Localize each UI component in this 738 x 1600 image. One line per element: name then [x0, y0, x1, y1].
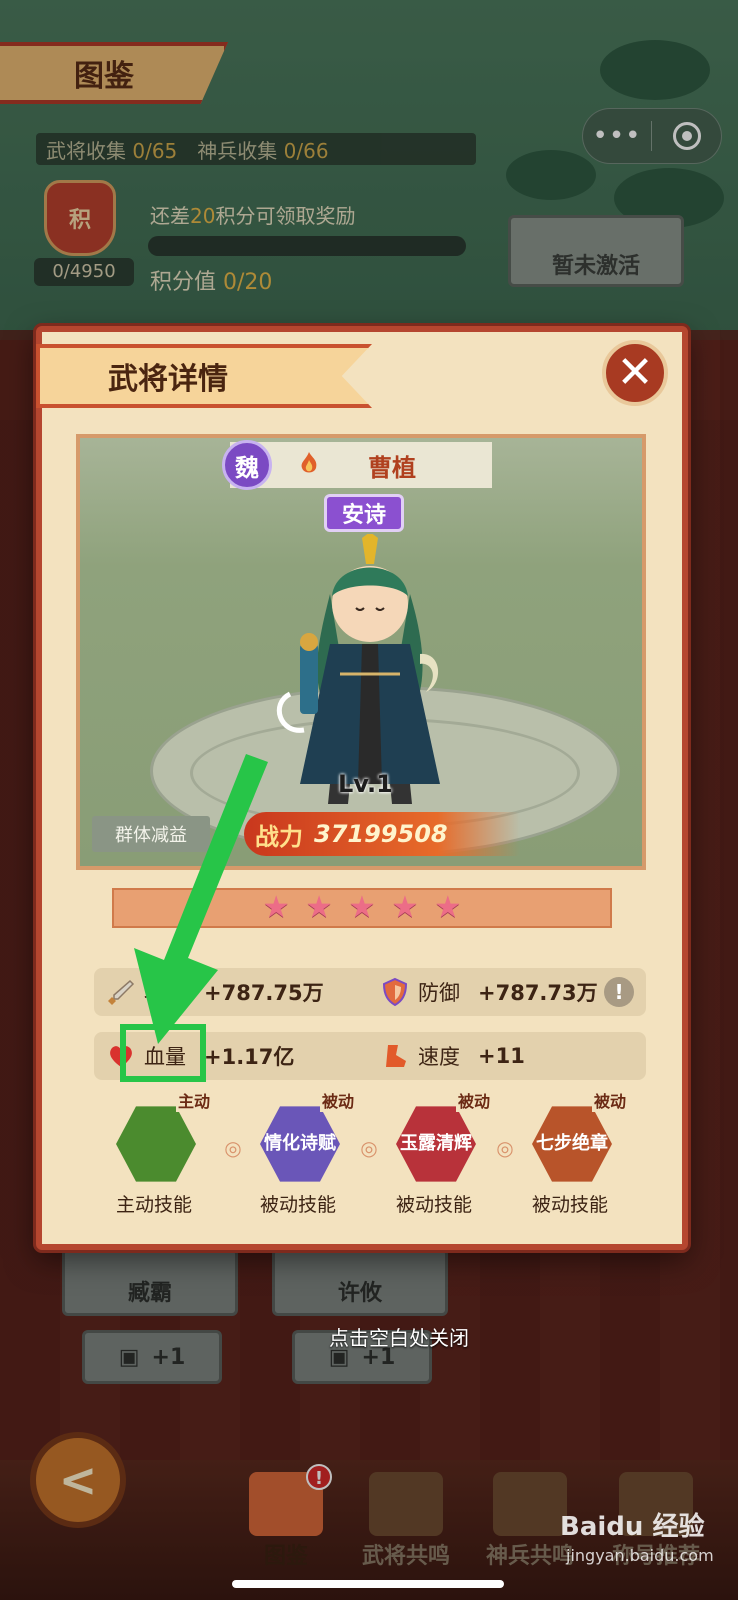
stat-defense: 防御 +787.73万 — [380, 968, 598, 1016]
skill-passive-3[interactable]: 七步绝章 被动 被动技能 — [518, 1088, 628, 1218]
skill-link-icon: ◎ — [360, 1136, 378, 1160]
skill-tag: 主动 — [175, 1088, 212, 1112]
close-button[interactable]: ✕ — [602, 340, 668, 406]
skill-active[interactable]: 主动 主动技能 — [102, 1088, 212, 1218]
stat-name: 防御 — [418, 981, 460, 1005]
annotation-highlight-box — [120, 1024, 206, 1082]
hero-name: 曹植 — [368, 454, 416, 482]
star-icon: ★ — [305, 890, 333, 925]
hero-level: Lv.1 — [338, 770, 393, 798]
skill-passive-2[interactable]: 玉露清辉 被动 被动技能 — [382, 1088, 492, 1218]
skill-list: 主动 主动技能 ◎ 情化诗赋 被动 被动技能 ◎ 玉露清辉 被动 被动技能 ◎ … — [102, 1088, 642, 1218]
faction-badge: 魏 — [222, 440, 272, 490]
home-indicator[interactable] — [232, 1580, 504, 1588]
skill-label: 被动技能 — [395, 1194, 472, 1216]
modal-title: 武将详情 — [36, 344, 372, 408]
stat-value: +11 — [478, 1044, 525, 1068]
star-icon: ★ — [348, 890, 376, 925]
close-hint: 点击空白处关闭 — [329, 1326, 469, 1350]
passive-skill-icon: 玉露清辉 — [396, 1106, 476, 1182]
element-flame-icon — [301, 452, 317, 473]
active-skill-icon — [116, 1106, 196, 1182]
skill-link-icon: ◎ — [224, 1136, 242, 1160]
star-icon: ★ — [434, 890, 462, 925]
skill-label: 主动技能 — [115, 1194, 192, 1216]
stat-name: 速度 — [418, 1045, 460, 1069]
passive-skill-icon: 情化诗赋 — [260, 1106, 340, 1182]
hero-title-tag: 安诗 — [324, 494, 404, 532]
skill-tag: 被动 — [455, 1088, 492, 1112]
stat-value: +787.73万 — [478, 981, 598, 1005]
info-icon[interactable]: ! — [604, 977, 634, 1007]
skill-link-icon: ◎ — [496, 1136, 514, 1160]
passive-skill-icon: 七步绝章 — [532, 1106, 612, 1182]
annotation-arrow-icon — [134, 754, 268, 1044]
watermark-logo: Baidu 经验 — [560, 1512, 705, 1542]
watermark-url: jingyan.baidu.com — [566, 1546, 714, 1565]
boot-icon — [386, 1045, 406, 1067]
skill-tag: 被动 — [319, 1088, 356, 1112]
skill-label: 被动技能 — [531, 1194, 608, 1216]
skill-passive-1[interactable]: 情化诗赋 被动 被动技能 — [246, 1088, 356, 1218]
star-icon: ★ — [391, 890, 419, 925]
skill-label: 被动技能 — [259, 1194, 336, 1216]
skill-tag: 被动 — [591, 1088, 628, 1112]
stat-speed: 速度 +11 — [380, 1032, 525, 1080]
shield-icon — [382, 977, 408, 1007]
combat-power-value: 37199508 — [314, 820, 448, 848]
